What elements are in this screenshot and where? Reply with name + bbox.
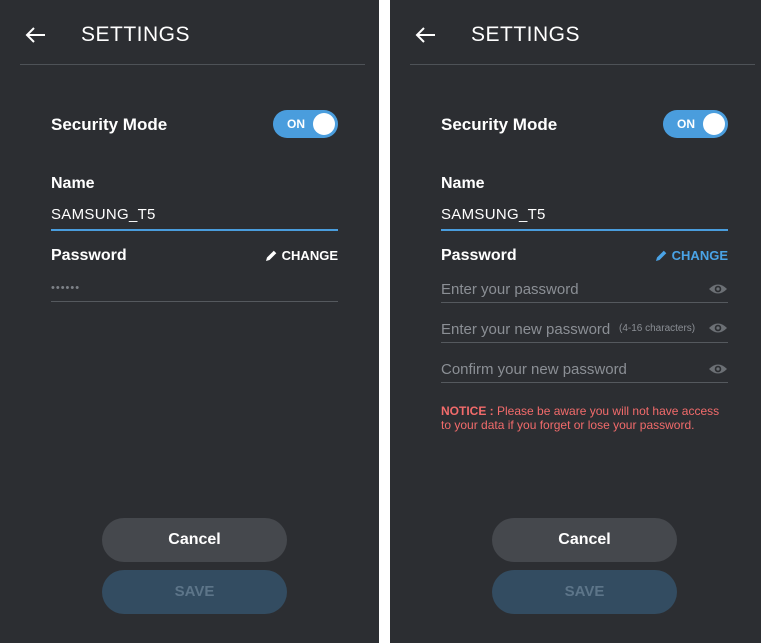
- page-title: SETTINGS: [81, 23, 191, 46]
- new-password-underline: [441, 342, 728, 343]
- header-divider: [410, 64, 755, 65]
- name-field-underline: [51, 229, 338, 231]
- cancel-button[interactable]: Cancel: [492, 518, 677, 562]
- name-field[interactable]: SAMSUNG_T5: [51, 206, 156, 223]
- new-password-input[interactable]: [441, 318, 617, 340]
- settings-panel-left: SETTINGS Security Mode ON Name SAMSUNG_T…: [0, 0, 379, 643]
- pencil-icon: [265, 250, 276, 261]
- toggle-state-label: ON: [287, 117, 305, 131]
- eye-icon[interactable]: [708, 362, 728, 376]
- settings-panel-right: SETTINGS Security Mode ON Name SAMSUNG_T…: [390, 0, 761, 643]
- header: SETTINGS: [390, 0, 761, 66]
- save-button[interactable]: SAVE: [102, 570, 287, 614]
- confirm-password-underline: [441, 382, 728, 383]
- password-field-underline: [51, 301, 338, 302]
- eye-icon[interactable]: [708, 321, 728, 335]
- notice-prefix: NOTICE :: [441, 404, 494, 418]
- confirm-password-input[interactable]: [441, 358, 706, 380]
- current-password-input[interactable]: [441, 278, 706, 300]
- toggle-knob: [703, 113, 725, 135]
- back-arrow-icon[interactable]: [24, 26, 46, 44]
- change-password-button[interactable]: CHANGE: [265, 248, 338, 263]
- name-label: Name: [441, 175, 485, 192]
- password-length-hint: (4-16 characters): [619, 323, 696, 334]
- password-label: Password: [441, 247, 517, 264]
- notice-message: NOTICE : Please be aware you will not ha…: [441, 404, 731, 432]
- name-label: Name: [51, 175, 95, 192]
- pencil-icon: [655, 250, 666, 261]
- security-mode-label: Security Mode: [441, 115, 558, 134]
- password-label: Password: [51, 247, 127, 264]
- header-divider: [20, 64, 365, 65]
- security-mode-label: Security Mode: [51, 115, 168, 134]
- change-password-button[interactable]: CHANGE: [655, 248, 728, 263]
- name-field[interactable]: SAMSUNG_T5: [441, 206, 546, 223]
- toggle-state-label: ON: [677, 117, 695, 131]
- change-label: CHANGE: [671, 248, 728, 263]
- cancel-button[interactable]: Cancel: [102, 518, 287, 562]
- toggle-knob: [313, 113, 335, 135]
- save-button[interactable]: SAVE: [492, 570, 677, 614]
- security-mode-toggle[interactable]: ON: [273, 110, 338, 138]
- eye-icon[interactable]: [708, 282, 728, 296]
- name-field-underline: [441, 229, 728, 231]
- password-masked-value: ••••••: [51, 282, 81, 294]
- current-password-underline: [441, 302, 728, 303]
- security-mode-toggle[interactable]: ON: [663, 110, 728, 138]
- change-label: CHANGE: [281, 248, 338, 263]
- header: SETTINGS: [0, 0, 379, 66]
- back-arrow-icon[interactable]: [414, 26, 436, 44]
- page-title: SETTINGS: [471, 23, 581, 46]
